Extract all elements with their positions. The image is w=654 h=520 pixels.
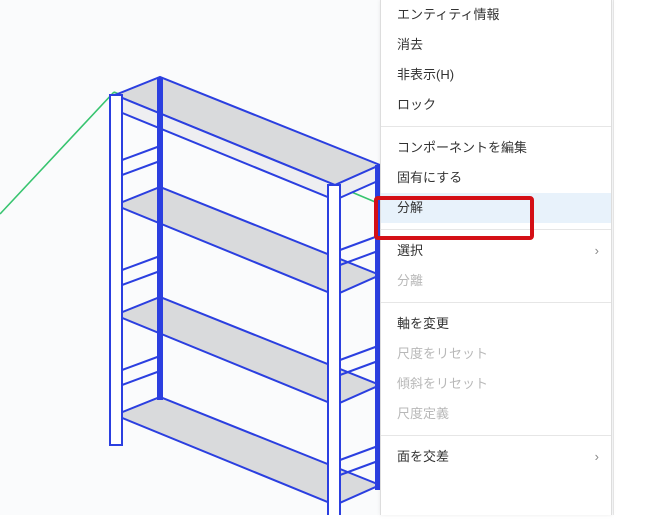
menu-item-make-unique[interactable]: 固有にする: [381, 163, 611, 193]
menu-item-unglue: 分離: [381, 266, 611, 296]
menu-item-reset-scale: 尺度をリセット: [381, 339, 611, 369]
menu-item-explode[interactable]: 分解: [381, 193, 611, 223]
menu-item-scale-definition: 尺度定義: [381, 399, 611, 429]
tray-panel: [613, 0, 654, 515]
chevron-right-icon: ›: [595, 442, 599, 472]
menu-item-entity-info[interactable]: エンティティ情報: [381, 0, 611, 30]
menu-item-lock[interactable]: ロック: [381, 90, 611, 120]
separator: [381, 435, 611, 436]
menu-item-select[interactable]: 選択 ›: [381, 236, 611, 266]
menu-item-intersect-faces[interactable]: 面を交差 ›: [381, 442, 611, 472]
menu-item-change-axes[interactable]: 軸を変更: [381, 309, 611, 339]
separator: [381, 126, 611, 127]
menu-item-hide[interactable]: 非表示(H): [381, 60, 611, 90]
menu-item-edit-component[interactable]: コンポーネントを編集: [381, 133, 611, 163]
chevron-right-icon: ›: [595, 236, 599, 266]
menu-item-erase[interactable]: 消去: [381, 30, 611, 60]
separator: [381, 302, 611, 303]
context-menu: エンティティ情報 消去 非表示(H) ロック コンポーネントを編集 固有にする …: [380, 0, 612, 515]
menu-item-reset-skew: 傾斜をリセット: [381, 369, 611, 399]
separator: [381, 229, 611, 230]
